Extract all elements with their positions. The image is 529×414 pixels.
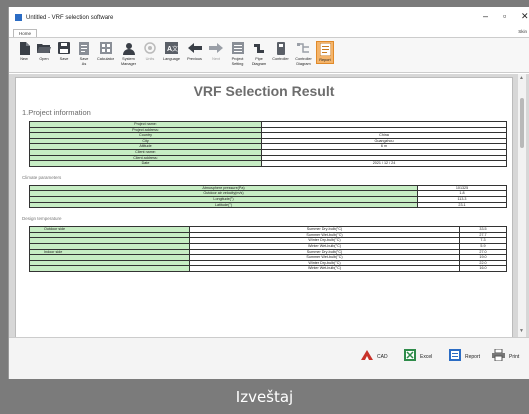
svg-text:文: 文	[172, 45, 178, 53]
report-export-label: Report	[465, 354, 481, 360]
project-setting-label: Project Setting	[231, 57, 244, 66]
report-button[interactable]: Report	[316, 41, 334, 64]
scroll-down-icon[interactable]: ▼	[519, 328, 524, 334]
excel-icon	[404, 348, 416, 366]
save-button[interactable]: Save	[55, 41, 73, 62]
print-label: Print	[509, 354, 520, 360]
open-folder-icon	[37, 41, 51, 55]
climate-heading: Climate parameters	[22, 174, 62, 180]
controller-button[interactable]: Controller	[270, 41, 291, 62]
new-label: New	[20, 57, 28, 61]
table-row: Latitude(°) 23.1	[29, 201, 507, 209]
design-temperature-table: Outdoor side Summer Dry-bulb(°C) 33.5 Summe…	[29, 226, 507, 272]
save-as-button[interactable]: Save As	[75, 41, 93, 66]
next-label: Next	[212, 57, 220, 61]
table-cell: 16.0	[459, 265, 507, 272]
design-temperature-heading: Design temperature	[22, 216, 62, 222]
app-logo-icon	[15, 14, 22, 21]
units-label: Units	[145, 57, 155, 61]
table-cell: 23.1	[417, 201, 507, 209]
table-cell: Date	[29, 160, 262, 167]
window-title: Untitled - VRF selection software	[26, 14, 114, 21]
caption-text: Izveštaj	[235, 387, 294, 406]
report-icon	[318, 42, 332, 56]
project-setting-button[interactable]: Project Setting	[227, 41, 248, 66]
units-icon	[143, 41, 157, 55]
cad-label: CAD	[377, 354, 388, 360]
printer-icon	[492, 348, 505, 366]
title-bar: Untitled - VRF selection software – ▫ ✕	[9, 7, 529, 28]
excel-label: Excel	[420, 354, 433, 360]
project-info-heading: 1.Project information	[22, 108, 91, 117]
save-as-icon	[77, 41, 91, 55]
report-title: VRF Selection Result	[193, 83, 335, 99]
project-setting-icon	[231, 41, 245, 55]
calculator-icon	[99, 41, 113, 55]
print-button[interactable]: Print	[492, 348, 519, 366]
language-label: Language	[163, 57, 180, 61]
system-manager-button[interactable]: System Manager	[118, 41, 139, 66]
table-cell	[29, 265, 190, 272]
minimize-icon[interactable]: –	[483, 11, 488, 21]
export-cad-button[interactable]: CAD	[361, 348, 388, 366]
arrow-right-icon	[209, 41, 223, 55]
climate-table: Atmosphere pressure(Pa) 101325 Outdoor air…	[29, 184, 507, 209]
skin-menu[interactable]: Skin	[518, 29, 527, 34]
controller-diagram-label: Controller Diagram	[295, 57, 312, 66]
pipe-diagram-icon	[252, 41, 266, 55]
save-as-label: Save As	[79, 57, 89, 66]
language-button[interactable]: A文 Language	[161, 41, 182, 62]
ribbon-tab-strip: Home Skin	[9, 28, 529, 37]
report-label: Report	[319, 58, 331, 62]
language-icon: A文	[165, 41, 179, 55]
maximize-icon[interactable]: ▫	[503, 11, 506, 21]
project-info-table: Project name: Project address: Country Chin…	[29, 121, 507, 167]
units-button[interactable]: Units	[141, 41, 159, 62]
scroll-up-icon[interactable]: ▲	[519, 75, 524, 81]
table-row: Winter Wet-bulb(°C) 16.0	[29, 265, 507, 272]
document-viewer: VRF Selection Result 1.Project informati…	[9, 74, 529, 337]
report-export-icon	[449, 348, 461, 366]
export-report-button[interactable]: Report	[449, 348, 480, 366]
new-file-icon	[17, 41, 31, 55]
cad-icon	[361, 348, 373, 366]
pipe-diagram-button[interactable]: Pipe Diagram	[250, 41, 268, 66]
pipe-diagram-label: Pipe Diagram	[251, 57, 267, 66]
export-excel-button[interactable]: Excel	[404, 348, 432, 366]
calculator-button[interactable]: Calculator	[95, 41, 116, 62]
table-row: Date 2021 / 12 / 24	[29, 160, 507, 167]
open-button[interactable]: Open	[35, 41, 53, 62]
controller-label: Controller	[272, 57, 289, 61]
screenshot-stage: Untitled - VRF selection software – ▫ ✕ …	[0, 0, 529, 414]
previous-label: Previous	[187, 57, 202, 61]
save-icon	[57, 41, 71, 55]
app-window: Untitled - VRF selection software – ▫ ✕ …	[8, 7, 529, 379]
close-icon[interactable]: ✕	[521, 11, 529, 22]
table-cell: Winter Wet-bulb(°C)	[189, 265, 460, 272]
controller-diagram-icon	[297, 41, 311, 55]
new-button[interactable]: New	[15, 41, 33, 62]
system-manager-label: System Manager	[121, 57, 136, 66]
previous-button[interactable]: Previous	[184, 41, 205, 62]
arrow-left-icon	[187, 41, 202, 55]
system-manager-icon	[122, 41, 136, 55]
export-bar: CAD Excel Report Print	[9, 337, 529, 379]
calculator-label: Calculator	[96, 57, 115, 61]
table-cell: 2021 / 12 / 24	[261, 160, 507, 167]
vertical-scrollbar[interactable]: ▲ ▼	[518, 74, 526, 337]
report-page: VRF Selection Result 1.Project informati…	[15, 77, 513, 337]
open-label: Open	[39, 57, 49, 61]
controller-icon	[274, 41, 288, 55]
controller-diagram-button[interactable]: Controller Diagram	[293, 41, 314, 66]
table-cell: Latitude(°)	[29, 201, 418, 209]
tab-home[interactable]: Home	[13, 29, 38, 37]
save-label: Save	[59, 57, 69, 61]
ribbon-toolbar: New Open Save Save As Calculator System …	[9, 37, 529, 73]
next-button[interactable]: Next	[207, 41, 225, 62]
scroll-thumb[interactable]	[520, 98, 524, 148]
